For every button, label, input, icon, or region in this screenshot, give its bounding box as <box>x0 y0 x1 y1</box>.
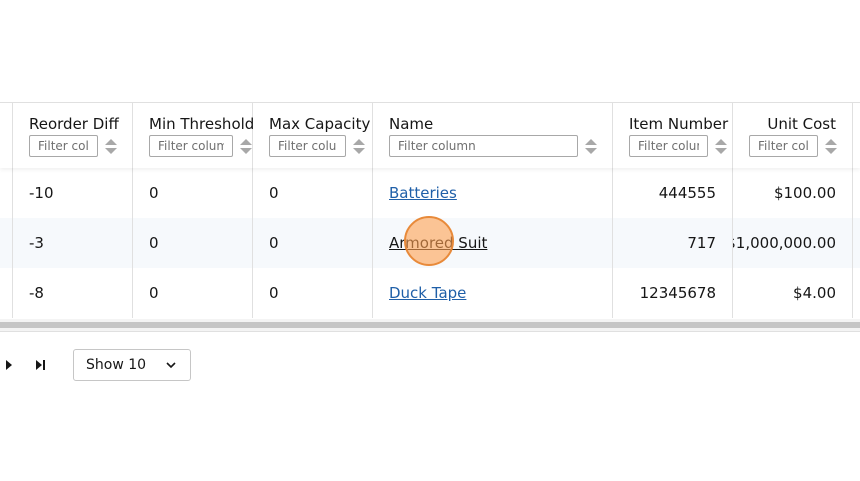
click-indicator <box>404 216 454 266</box>
cell-min-threshold: 0 <box>149 284 159 302</box>
filter-input-name[interactable] <box>389 135 578 157</box>
header-cell-item-number: Item Number <box>613 103 733 168</box>
filter-input-item-number[interactable] <box>629 135 708 157</box>
header-cell-max-capacity: Max Capacity <box>253 103 373 168</box>
header-cell-min-threshold: Min Threshold <box>133 103 254 168</box>
cell-unit-cost: $100.00 <box>773 184 836 202</box>
sort-icon[interactable] <box>585 139 597 155</box>
header-cell-overflow <box>853 103 860 168</box>
caret-right-icon <box>6 360 12 370</box>
column-title-reorder-diff[interactable]: Reorder Diff <box>29 115 119 133</box>
cell-max-capacity: 0 <box>269 184 279 202</box>
item-name-link[interactable]: Duck Tape <box>389 284 466 302</box>
horizontal-scrollbar[interactable] <box>0 319 860 332</box>
cell-reorder-diff: -8 <box>29 284 44 302</box>
last-page-button[interactable] <box>29 352 53 378</box>
filter-input-reorder-diff[interactable] <box>29 135 98 157</box>
cell-max-capacity: 0 <box>269 284 279 302</box>
table-header-row: Reorder Diff Min Threshold Max Capacity … <box>0 103 860 168</box>
sort-icon[interactable] <box>105 139 117 155</box>
filter-input-unit-cost[interactable] <box>749 135 818 157</box>
column-title-max-capacity[interactable]: Max Capacity <box>269 115 370 133</box>
cell-unit-cost: $1,000,000.00 <box>733 234 836 252</box>
column-title-unit-cost[interactable]: Unit Cost <box>767 115 836 133</box>
header-cell-hidden <box>0 103 13 168</box>
column-title-name[interactable]: Name <box>389 115 433 133</box>
sort-icon[interactable] <box>353 139 365 155</box>
cell-min-threshold: 0 <box>149 234 159 252</box>
page-size-select[interactable]: Show 10 <box>73 349 191 381</box>
header-cell-reorder-diff: Reorder Diff <box>13 103 133 168</box>
cell-reorder-diff: -3 <box>29 234 44 252</box>
header-cell-unit-cost: Unit Cost <box>733 103 853 168</box>
cell-item-number: 444555 <box>658 184 716 202</box>
header-cell-name: Name <box>373 103 613 168</box>
cell-item-number: 12345678 <box>639 284 716 302</box>
sort-icon[interactable] <box>240 139 252 155</box>
table-row[interactable]: -10 0 0 Batteries 444555 $100.00 <box>0 168 860 218</box>
next-page-button[interactable] <box>0 352 24 378</box>
item-name-link[interactable]: Batteries <box>389 184 457 202</box>
cell-min-threshold: 0 <box>149 184 159 202</box>
sort-icon[interactable] <box>715 139 727 155</box>
filter-input-max-capacity[interactable] <box>269 135 346 157</box>
sort-icon[interactable] <box>825 139 837 155</box>
cell-unit-cost: $4.00 <box>793 284 836 302</box>
cell-reorder-diff: -10 <box>29 184 54 202</box>
table-row[interactable]: -8 0 0 Duck Tape 12345678 $4.00 <box>0 268 860 318</box>
skip-forward-icon <box>36 360 45 370</box>
column-title-min-threshold[interactable]: Min Threshold <box>149 115 254 133</box>
column-title-item-number[interactable]: Item Number <box>629 115 728 133</box>
cell-item-number: 717 <box>687 234 716 252</box>
chevron-down-icon <box>166 362 176 369</box>
cell-max-capacity: 0 <box>269 234 279 252</box>
scrollbar-thumb[interactable] <box>0 322 860 328</box>
data-table: Reorder Diff Min Threshold Max Capacity … <box>0 102 860 320</box>
filter-input-min-threshold[interactable] <box>149 135 233 157</box>
page-size-label: Show 10 <box>86 357 147 373</box>
